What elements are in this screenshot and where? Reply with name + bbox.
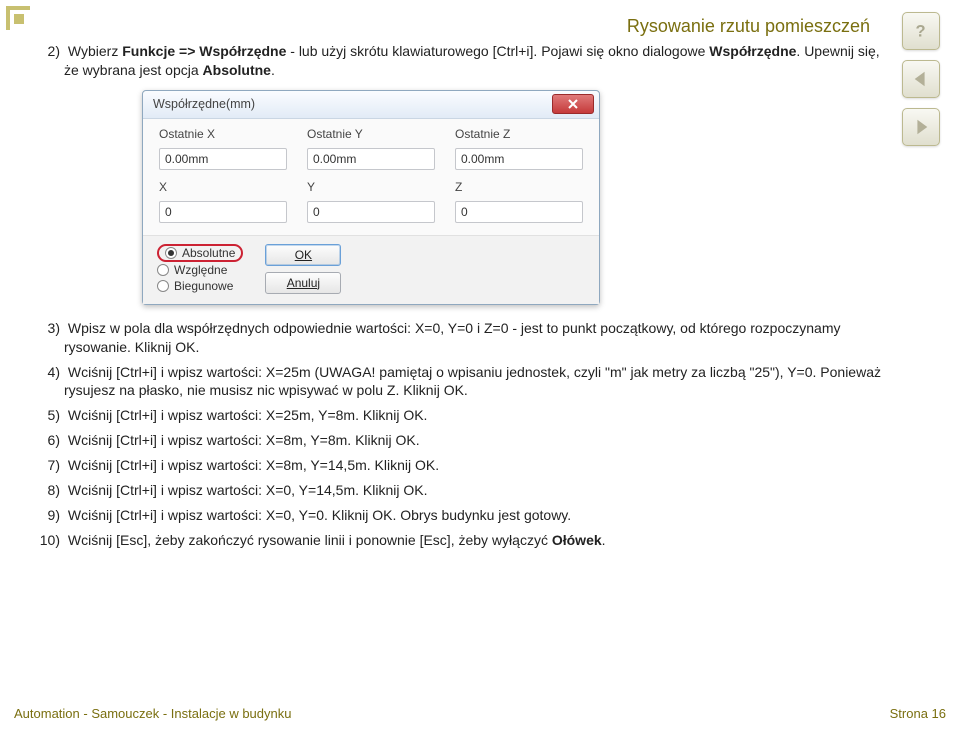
radio-icon xyxy=(157,264,169,276)
radio-icon xyxy=(165,247,177,259)
label-last-x: Ostatnie X xyxy=(159,127,287,141)
page-title: Rysowanie rzutu pomieszczeń xyxy=(40,16,870,37)
svg-text:?: ? xyxy=(916,23,926,41)
step-7: 7) Wciśnij [Ctrl+i] i wpisz wartości: X=… xyxy=(38,456,890,475)
step-number: 2) xyxy=(38,42,60,61)
input-last-y[interactable] xyxy=(307,148,435,170)
step-number: 8) xyxy=(38,481,60,500)
page-corner-decoration xyxy=(0,0,36,36)
footer-right: Strona 16 xyxy=(890,706,946,721)
step-number: 5) xyxy=(38,406,60,425)
step-10: 10) Wciśnij [Esc], żeby zakończyć rysowa… xyxy=(38,531,890,550)
help-button[interactable]: ? xyxy=(902,12,940,50)
footer-left: Automation - Samouczek - Instalacje w bu… xyxy=(14,706,291,721)
label-x: X xyxy=(159,180,287,194)
dialog-screenshot: Współrzędne(mm) Ostatnie X Ostatnie Y Os… xyxy=(142,90,600,305)
label-z: Z xyxy=(455,180,583,194)
radio-polar[interactable]: Biegunowe xyxy=(157,278,243,294)
page-footer: Automation - Samouczek - Instalacje w bu… xyxy=(14,706,946,721)
dialog-title: Współrzędne(mm) xyxy=(153,97,255,111)
step-2: 2) Wybierz Funkcje => Współrzędne - lub … xyxy=(38,42,890,80)
dialog-titlebar: Współrzędne(mm) xyxy=(143,91,599,119)
step-6: 6) Wciśnij [Ctrl+i] i wpisz wartości: X=… xyxy=(38,431,890,450)
step-9: 9) Wciśnij [Ctrl+i] i wpisz wartości: X=… xyxy=(38,506,890,525)
step-number: 3) xyxy=(38,319,60,338)
step-8: 8) Wciśnij [Ctrl+i] i wpisz wartości: X=… xyxy=(38,481,890,500)
step-5: 5) Wciśnij [Ctrl+i] i wpisz wartości: X=… xyxy=(38,406,890,425)
nav-next-button[interactable] xyxy=(902,108,940,146)
label-last-z: Ostatnie Z xyxy=(455,127,583,141)
input-y[interactable] xyxy=(307,201,435,223)
step-number: 7) xyxy=(38,456,60,475)
input-x[interactable] xyxy=(159,201,287,223)
ok-button[interactable]: OK xyxy=(265,244,341,266)
radio-icon xyxy=(157,280,169,292)
step-number: 4) xyxy=(38,363,60,382)
step-number: 9) xyxy=(38,506,60,525)
radio-relative[interactable]: Względne xyxy=(157,262,243,278)
radio-absolute[interactable]: Absolutne xyxy=(157,244,243,262)
close-button[interactable] xyxy=(552,94,594,114)
label-y: Y xyxy=(307,180,435,194)
step-number: 6) xyxy=(38,431,60,450)
input-z[interactable] xyxy=(455,201,583,223)
step-3: 3) Wpisz w pola dla współrzędnych odpowi… xyxy=(38,319,890,357)
cancel-button[interactable]: Anuluj xyxy=(265,272,341,294)
side-nav: ? xyxy=(902,12,946,146)
nav-prev-button[interactable] xyxy=(902,60,940,98)
input-last-x[interactable] xyxy=(159,148,287,170)
input-last-z[interactable] xyxy=(455,148,583,170)
step-4: 4) Wciśnij [Ctrl+i] i wpisz wartości: X=… xyxy=(38,363,890,401)
step-number: 10) xyxy=(38,531,60,550)
radio-group-mode: Absolutne Względne Biegunowe xyxy=(157,244,243,294)
label-last-y: Ostatnie Y xyxy=(307,127,435,141)
content-area: 2) Wybierz Funkcje => Współrzędne - lub … xyxy=(38,42,890,556)
